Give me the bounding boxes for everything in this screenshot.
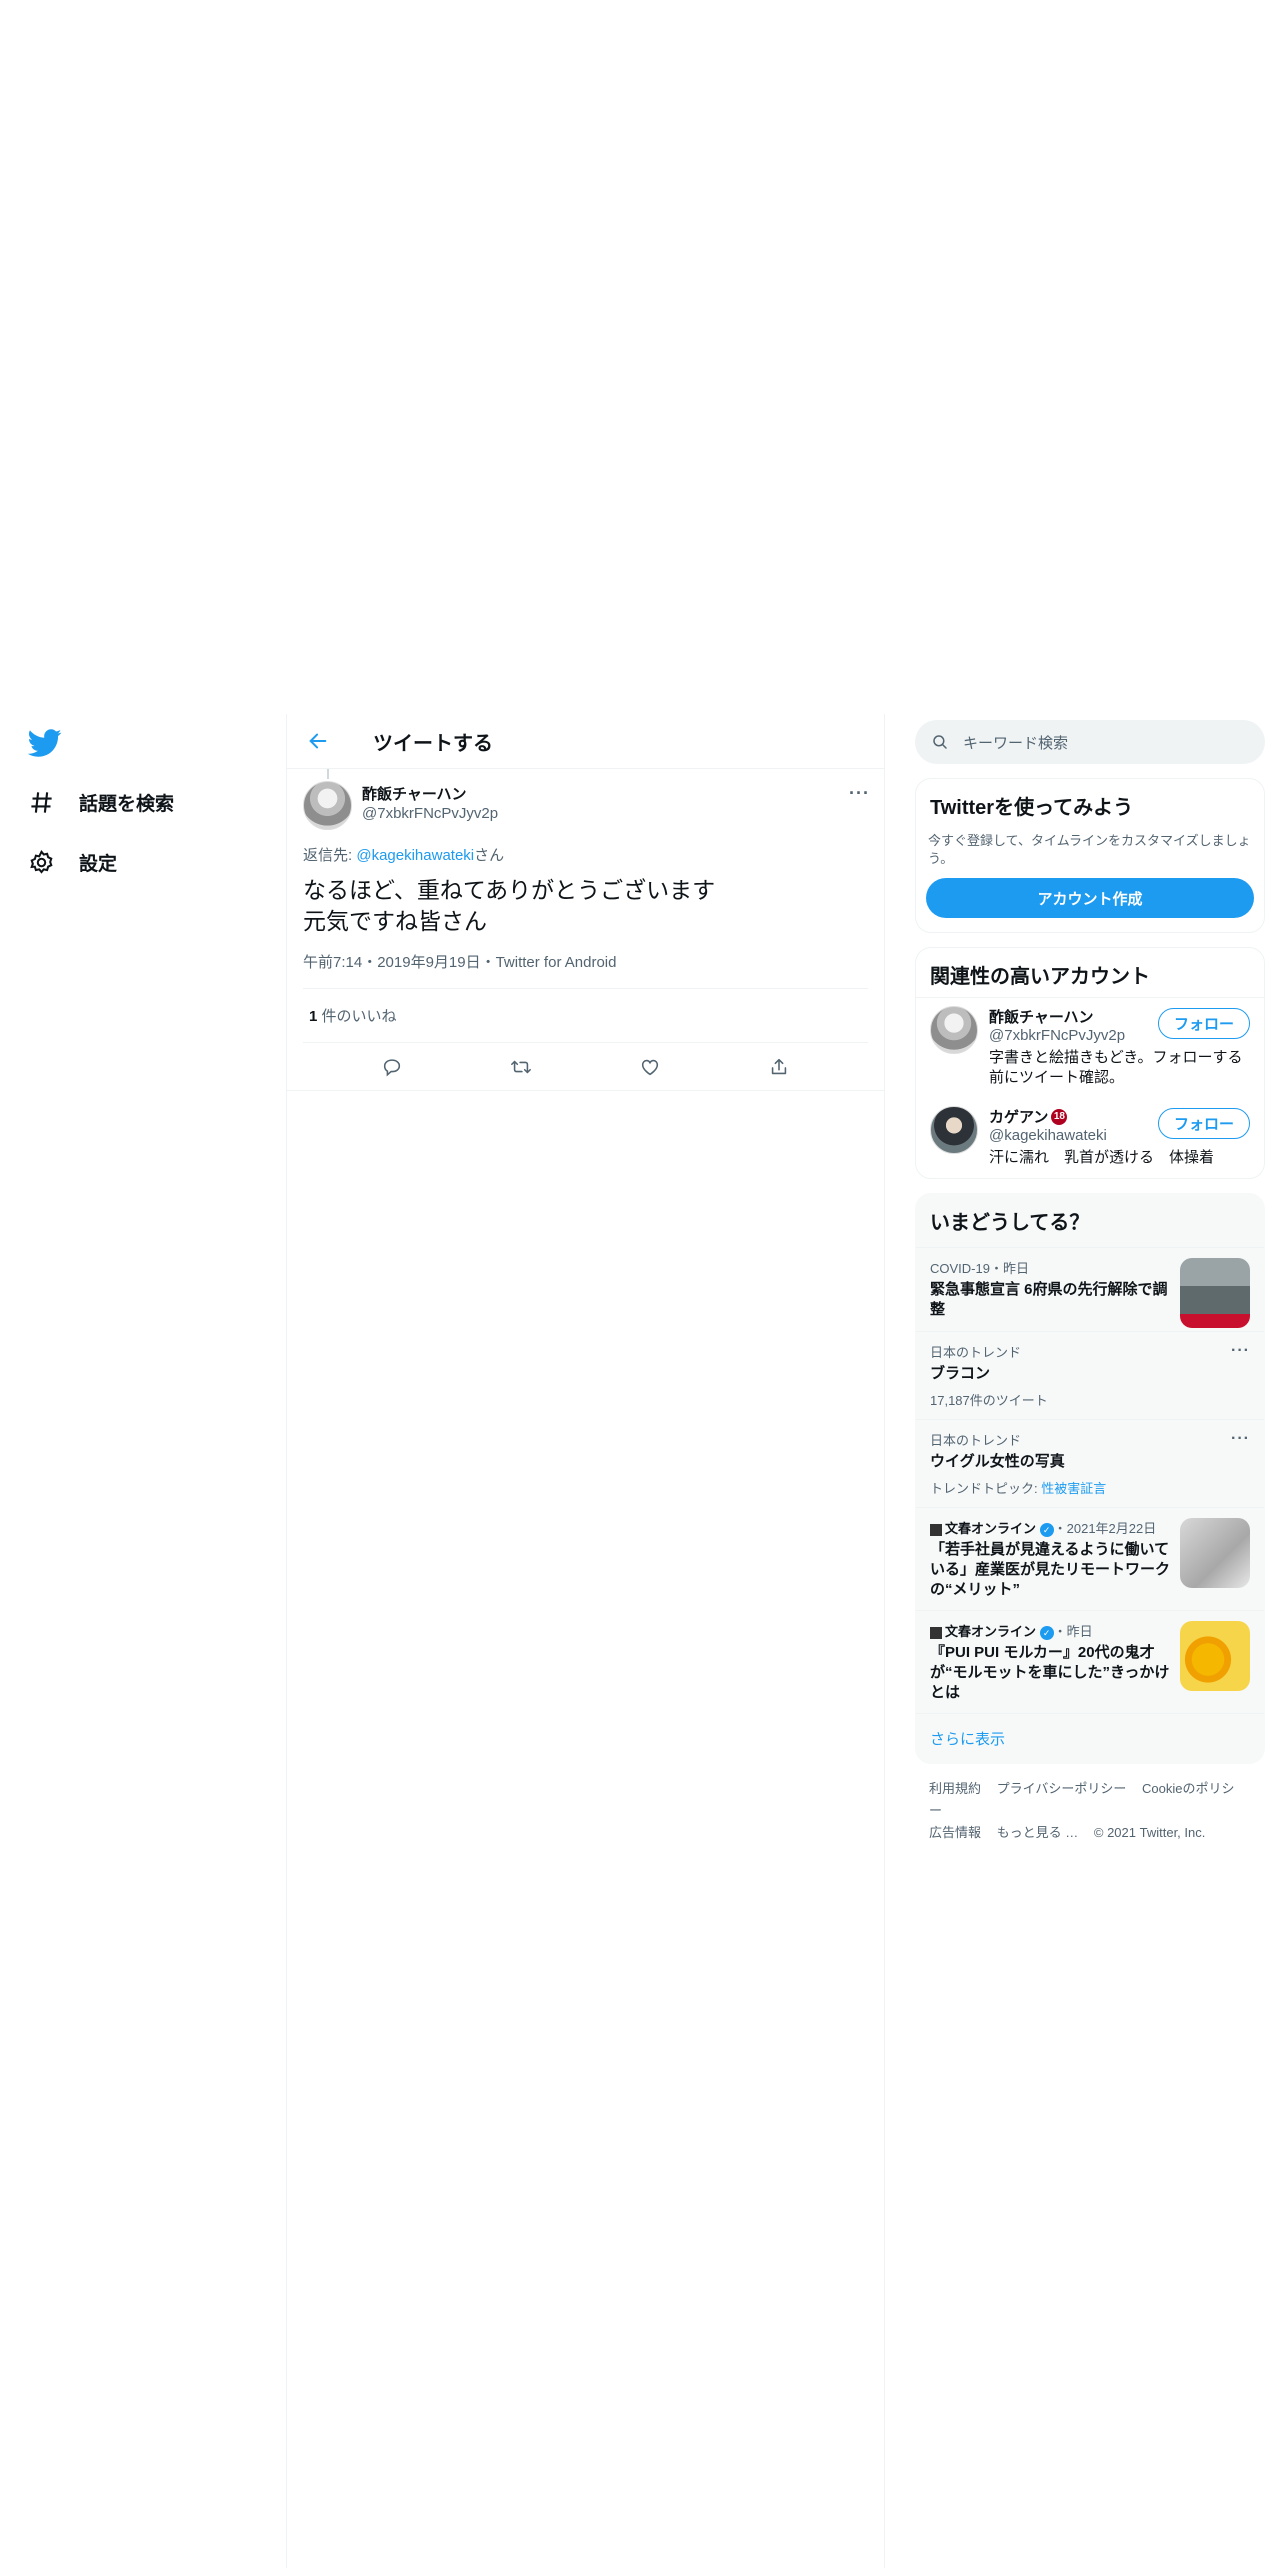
trend-title: ウイグル女性の写真 (930, 1453, 1065, 1470)
trend-topic-prefix: トレンドトピック: (930, 1481, 1042, 1496)
publisher-name: 文春オンライン (945, 1624, 1037, 1639)
trend-category: 日本のトレンド (930, 1345, 1022, 1360)
related-title: 関連性の高いアカウント (930, 966, 1150, 988)
trend-thumbnail (1180, 1621, 1250, 1691)
retweet-icon[interactable] (510, 1056, 532, 1078)
tweet-text: なるほど、重ねてありがとうございます 元気ですね皆さん (303, 875, 868, 937)
tweet-text-line: なるほど、重ねてありがとうございます (303, 877, 716, 903)
main-column: ツイートする 酢飯チャーハン @7xbkrFNcPvJyv2p ··· 返信先:… (286, 714, 885, 2568)
account-bio: 汗に濡れ 乳首が透ける 体操着 (989, 1149, 1215, 1166)
back-button[interactable] (301, 724, 335, 758)
signup-title: Twitterを使ってみよう (930, 797, 1134, 819)
account-item[interactable]: カゲアン 18 @kagekihawateki 汗に濡れ 乳首が透ける 体操着 フ… (916, 1098, 1264, 1178)
user-handle[interactable]: @7xbkrFNcPvJyv2p (362, 805, 498, 822)
show-more-link[interactable]: さらに表示 (916, 1713, 1264, 1763)
nav-settings[interactable]: 設定 (28, 842, 117, 882)
more-options-icon[interactable]: ··· (1231, 1342, 1250, 1360)
trend-date: ・昨日 (1053, 1624, 1093, 1639)
account-name-text: 酢飯チャーハン (989, 1009, 1094, 1026)
tweet-meta[interactable]: 午前7:14・2019年9月19日・Twitter for Android (303, 951, 868, 989)
verified-badge-icon: ✓ (1039, 1522, 1054, 1537)
trend-topic: トレンドトピック: 性被害証言 (930, 1478, 1250, 1497)
publisher-logo-icon (930, 1626, 942, 1639)
footer-link[interactable]: 広告情報 (929, 1825, 981, 1840)
trends-card: いまどうしてる？ COVID-19・昨日 緊急事態宣言 6府県の先行解除で調整 … (915, 1193, 1265, 1764)
trends-title: いまどうしてる？ (930, 1212, 1090, 1234)
heart-icon[interactable] (639, 1056, 661, 1078)
reply-to: 返信先: @kagekihawatekiさん (303, 844, 868, 865)
follow-button[interactable]: フォロー (1158, 1008, 1250, 1039)
trend-item[interactable]: 日本のトレンド ウイグル女性の写真 トレンドトピック: 性被害証言 ··· (916, 1419, 1264, 1507)
tweet-text-line: 元気ですね皆さん (303, 908, 487, 934)
tweet-author[interactable]: 酢飯チャーハン @7xbkrFNcPvJyv2p (362, 783, 498, 833)
hashtag-icon (31, 791, 52, 813)
more-options-icon[interactable]: ··· (1231, 1430, 1250, 1448)
account-bio: 字書きと絵描きもどき。フォローする前にツイート確認。 (989, 1049, 1243, 1086)
search-input[interactable]: キーワード検索 (915, 720, 1265, 764)
left-nav: 話題を検索 設定 (0, 714, 286, 2568)
account-name-text: カゲアン (989, 1109, 1049, 1126)
trend-thumbnail (1180, 1518, 1250, 1588)
avatar[interactable] (930, 1006, 978, 1054)
related-accounts-card: 関連性の高いアカウント 酢飯チャーハン @7xbkrFNcPvJyv2p 字書き… (915, 947, 1265, 1179)
tweet-header: 酢飯チャーハン @7xbkrFNcPvJyv2p ··· (303, 769, 870, 833)
copyright: © 2021 Twitter, Inc. (1093, 1825, 1206, 1840)
publisher-logo-icon (930, 1523, 942, 1536)
app: 話題を検索 設定 ツイートする 酢飯チャーハン @7xbkrFNcPvJyv2p… (0, 714, 1284, 2568)
page-title: ツイートする (373, 732, 493, 755)
gear-icon (30, 849, 53, 874)
footer-link[interactable]: プライバシーポリシー (997, 1781, 1127, 1796)
footer: 利用規約 プライバシーポリシー Cookieのポリシー 広告情報 もっと見る …… (915, 1764, 1265, 1858)
follow-button[interactable]: フォロー (1158, 1108, 1250, 1139)
like-count[interactable]: 1 件のいいね (303, 989, 868, 1043)
reply-icon[interactable] (381, 1056, 403, 1078)
footer-link[interactable]: 利用規約 (929, 1781, 981, 1796)
account-item[interactable]: 酢飯チャーハン @7xbkrFNcPvJyv2p 字書きと絵描きもどき。フォロー… (916, 997, 1264, 1098)
signup-text: 今すぐ登録して、タイムラインをカスタマイズしましょう。 (928, 833, 1251, 866)
reply-prefix: 返信先: (303, 847, 357, 864)
avatar[interactable] (930, 1106, 978, 1154)
trend-item[interactable]: 文春オンライン ✓ ・昨日 『PUI PUI モルカー』20代の鬼才が“モルモット… (916, 1610, 1264, 1713)
trend-title: ブラコン (930, 1365, 991, 1382)
search-icon (933, 735, 947, 749)
tweet-actions (287, 1043, 884, 1091)
nav-explore-label: 話題を検索 (79, 793, 175, 815)
trend-item[interactable]: 文春オンライン ✓ ・2021年2月22日 「若手社員が見違えるように働いている」… (916, 1507, 1264, 1610)
thread-line (327, 769, 329, 779)
arrow-left-icon (309, 733, 327, 749)
nav-settings-label: 設定 (79, 853, 118, 875)
trend-item[interactable]: 日本のトレンド ブラコン 17,187件のツイート ··· (916, 1331, 1264, 1419)
nav-explore[interactable]: 話題を検索 (28, 782, 174, 822)
verified-badge-icon: ✓ (1039, 1625, 1054, 1640)
age-18-badge-icon: 18 (1051, 1108, 1068, 1125)
trend-date: ・2021年2月22日 (1053, 1521, 1157, 1536)
trend-category: 日本のトレンド (930, 1433, 1022, 1448)
trend-item[interactable]: COVID-19・昨日 緊急事態宣言 6府県の先行解除で調整 (916, 1247, 1264, 1331)
search-placeholder: キーワード検索 (963, 734, 1069, 752)
tweet: 酢飯チャーハン @7xbkrFNcPvJyv2p ··· 返信先: @kagek… (287, 769, 884, 1091)
like-count-label: 件のいいね (317, 1008, 397, 1025)
main-header: ツイートする (287, 714, 884, 769)
display-name[interactable]: 酢飯チャーハン (362, 783, 498, 804)
reply-suffix: さん (474, 847, 505, 864)
create-account-button[interactable]: アカウント作成 (926, 878, 1254, 918)
trend-thumbnail (1180, 1258, 1250, 1328)
signup-card: Twitterを使ってみよう 今すぐ登録して、タイムラインをカスタマイズしましょ… (915, 778, 1265, 933)
right-sidebar: キーワード検索 Twitterを使ってみよう 今すぐ登録して、タイムラインをカス… (915, 714, 1265, 1858)
share-icon[interactable] (768, 1056, 790, 1078)
avatar[interactable] (303, 781, 352, 830)
twitter-bird-icon[interactable] (27, 726, 62, 760)
footer-link[interactable]: もっと見る … (997, 1825, 1079, 1840)
more-options-icon[interactable]: ··· (849, 783, 870, 804)
trend-tweet-count: 17,187件のツイート (930, 1393, 1048, 1408)
trend-topic-link[interactable]: 性被害証言 (1041, 1481, 1106, 1496)
publisher-name: 文春オンライン (945, 1521, 1037, 1536)
reply-handle-link[interactable]: @kagekihawateki (356, 847, 474, 864)
